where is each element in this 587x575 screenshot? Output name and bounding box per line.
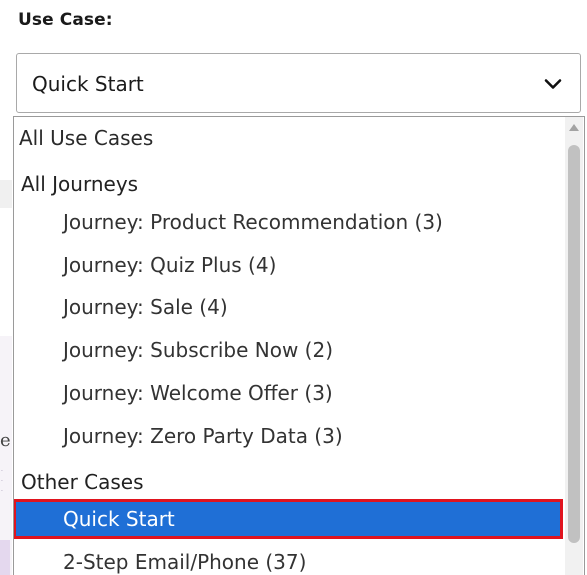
page: e · · · Use Case: Quick Start All Use Ca… xyxy=(0,0,587,575)
use-case-label: Use Case: xyxy=(18,10,113,30)
option-journey-zero-party-data[interactable]: Journey: Zero Party Data (3) xyxy=(14,417,562,455)
chevron-down-icon[interactable] xyxy=(543,74,563,94)
option-journey-quiz-plus[interactable]: Journey: Quiz Plus (4) xyxy=(14,246,562,284)
optgroup-other-cases: Other Cases xyxy=(21,470,144,494)
option-journey-sale[interactable]: Journey: Sale (4) xyxy=(14,288,562,326)
optgroup-all-journeys: All Journeys xyxy=(21,172,139,196)
option-journey-welcome-offer[interactable]: Journey: Welcome Offer (3) xyxy=(14,374,562,412)
scrollbar-thumb[interactable] xyxy=(568,145,580,543)
background-dot: · xyxy=(1,468,3,475)
option-journey-subscribe-now[interactable]: Journey: Subscribe Now (2) xyxy=(14,331,562,369)
background-accent xyxy=(0,540,10,575)
use-case-select[interactable]: Quick Start xyxy=(16,53,581,113)
use-case-selected-value: Quick Start xyxy=(32,72,144,96)
background-panel xyxy=(0,180,12,208)
background-dot: · xyxy=(1,488,3,495)
use-case-dropdown-list[interactable]: All Use Cases All Journeys Journey: Prod… xyxy=(13,116,585,575)
dropdown-scrollbar[interactable] xyxy=(565,117,583,575)
option-journey-product-recommendation[interactable]: Journey: Product Recommendation (3) xyxy=(14,203,562,241)
option-all-use-cases[interactable]: All Use Cases xyxy=(14,119,562,157)
background-text-fragment: e xyxy=(0,430,11,451)
option-2-step-email-phone[interactable]: 2-Step Email/Phone (37) xyxy=(14,543,562,575)
option-quick-start[interactable]: Quick Start xyxy=(14,499,563,539)
background-dot: · xyxy=(1,478,3,485)
scroll-up-arrow-icon[interactable] xyxy=(569,124,579,131)
